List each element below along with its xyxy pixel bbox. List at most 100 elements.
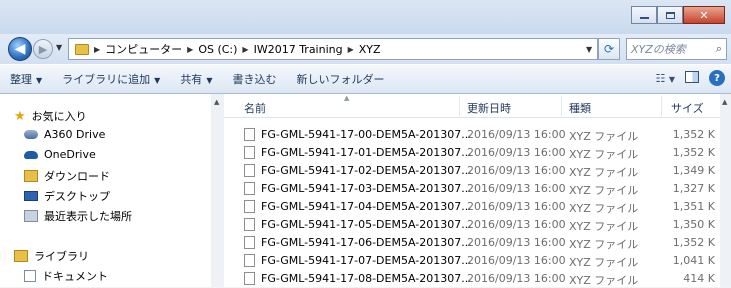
column-header-modified[interactable]: 更新日時 <box>467 100 511 116</box>
file-type: XYZ ファイル <box>569 238 639 251</box>
recent-pages-dropdown[interactable]: ▼ <box>56 43 62 52</box>
file-name: FG-GML-5941-17-02-DEM5A-201307... <box>261 164 472 177</box>
address-dropdown[interactable]: ▼ <box>586 45 592 54</box>
a360-drive-icon <box>24 130 38 139</box>
column-header-type[interactable]: 種類 <box>569 100 591 116</box>
maximize-icon <box>665 11 675 19</box>
nav-libraries[interactable]: ライブラリ <box>14 248 89 264</box>
table-row[interactable]: FG-GML-5941-17-02-DEM5A-201307... 2016/0… <box>224 162 731 180</box>
file-modified: 2016/09/13 16:00 <box>467 164 566 177</box>
star-icon: ★ <box>14 108 26 124</box>
preview-pane-icon <box>685 70 699 83</box>
help-button[interactable]: ? <box>709 70 725 86</box>
file-type: XYZ ファイル <box>569 274 639 287</box>
file-modified: 2016/09/13 16:00 <box>467 218 566 231</box>
organize-button[interactable]: 整理 ▼ <box>0 71 52 87</box>
file-type: XYZ ファイル <box>569 256 639 269</box>
column-divider[interactable] <box>459 96 460 116</box>
table-row[interactable]: FG-GML-5941-17-05-DEM5A-201307... 2016/0… <box>224 216 731 234</box>
file-size: 1,352 K <box>672 146 715 159</box>
preview-pane-button[interactable] <box>685 70 699 86</box>
nav-onedrive[interactable]: OneDrive <box>24 148 96 161</box>
scroll-up-icon[interactable]: ▲ <box>214 98 219 106</box>
table-row[interactable]: FG-GML-5941-17-06-DEM5A-201307... 2016/0… <box>224 234 731 252</box>
view-options-icon: ☷ <box>655 71 666 85</box>
chevron-right-icon[interactable]: ▶ <box>347 45 355 54</box>
file-modified: 2016/09/13 16:00 <box>467 272 566 285</box>
chevron-down-icon: ▼ <box>206 76 213 85</box>
address-bar[interactable]: ▶ コンピューター ▶ OS (C:) ▶ IW2017 Training ▶ … <box>68 38 598 60</box>
file-name: FG-GML-5941-17-08-DEM5A-201307... <box>261 272 472 285</box>
search-input[interactable]: XYZの検索 ⌕ <box>626 38 727 60</box>
table-row[interactable]: FG-GML-5941-17-01-DEM5A-201307... 2016/0… <box>224 144 731 162</box>
help-icon: ? <box>714 72 720 84</box>
table-row[interactable]: FG-GML-5941-17-08-DEM5A-201307... 2016/0… <box>224 270 731 288</box>
nav-recent-places[interactable]: 最近表示した場所 <box>24 208 132 224</box>
add-to-library-button[interactable]: ライブラリに追加 ▼ <box>52 71 170 87</box>
close-button[interactable]: ✕ <box>683 6 725 24</box>
breadcrumb-computer[interactable]: コンピューター <box>101 41 186 57</box>
nav-documents[interactable]: ドキュメント <box>24 268 108 284</box>
file-type: XYZ ファイル <box>569 202 639 215</box>
file-modified: 2016/09/13 16:00 <box>467 146 566 159</box>
file-modified: 2016/09/13 16:00 <box>467 182 566 195</box>
table-row[interactable]: FG-GML-5941-17-00-DEM5A-201307... 2016/0… <box>224 126 731 144</box>
nav-libraries-label: ライブラリ <box>34 250 89 263</box>
change-view-button[interactable]: ☷ ▼ <box>655 72 675 85</box>
column-divider[interactable] <box>561 96 562 116</box>
table-row[interactable]: FG-GML-5941-17-07-DEM5A-201307... 2016/0… <box>224 252 731 270</box>
breadcrumb-training[interactable]: IW2017 Training <box>250 43 347 56</box>
file-icon <box>244 254 255 267</box>
nav-favorites-label: お気に入り <box>31 110 87 123</box>
refresh-icon: ⟳ <box>603 42 615 56</box>
file-icon <box>244 128 255 141</box>
chevron-right-icon[interactable]: ▶ <box>241 45 249 54</box>
cloud-icon <box>24 150 38 159</box>
chevron-right-icon[interactable]: ▶ <box>186 45 194 54</box>
nav-desktop[interactable]: デスクトップ <box>24 188 110 204</box>
column-header-name[interactable]: 名前 <box>244 100 266 116</box>
breadcrumb-xyz[interactable]: XYZ <box>355 43 385 56</box>
file-type: XYZ ファイル <box>569 130 639 143</box>
chevron-down-icon: ▼ <box>36 76 43 85</box>
search-icon[interactable]: ⌕ <box>716 42 722 56</box>
file-name: FG-GML-5941-17-01-DEM5A-201307... <box>261 146 472 159</box>
file-name: FG-GML-5941-17-04-DEM5A-201307... <box>261 200 472 213</box>
sort-ascending-icon: ▲ <box>344 94 350 102</box>
share-label: 共有 <box>180 73 203 86</box>
nav-downloads-label: ダウンロード <box>44 170 110 183</box>
documents-icon <box>24 270 36 282</box>
new-folder-button[interactable]: 新しいフォルダー <box>286 71 394 87</box>
nav-a360-drive[interactable]: A360 Drive <box>24 128 105 141</box>
share-button[interactable]: 共有 ▼ <box>170 71 222 87</box>
column-header-row: ▲ 名前 更新日時 種類 サイズ <box>224 94 731 118</box>
column-header-size[interactable]: サイズ <box>671 100 704 116</box>
refresh-button[interactable]: ⟳ <box>598 38 620 60</box>
nav-favorites[interactable]: ★ お気に入り <box>14 108 87 124</box>
chevron-right-icon[interactable]: ▶ <box>93 45 101 54</box>
minimize-button[interactable] <box>631 6 657 24</box>
forward-button[interactable]: ▶ <box>33 39 53 59</box>
navigation-scrollbar[interactable]: ▲ <box>211 94 224 287</box>
maximize-button[interactable] <box>657 6 683 24</box>
file-modified: 2016/09/13 16:00 <box>467 128 566 141</box>
back-button[interactable]: ◀ <box>8 37 32 61</box>
burn-button[interactable]: 書き込む <box>222 71 286 87</box>
file-size: 1,350 K <box>672 218 715 231</box>
file-name: FG-GML-5941-17-03-DEM5A-201307... <box>261 182 472 195</box>
nav-downloads[interactable]: ダウンロード <box>24 168 110 184</box>
breadcrumb-drive[interactable]: OS (C:) <box>194 43 241 56</box>
address-row: ◀ ▶ ▼ ▶ コンピューター ▶ OS (C:) ▶ IW2017 Train… <box>0 34 731 64</box>
table-row[interactable]: FG-GML-5941-17-03-DEM5A-201307... 2016/0… <box>224 180 731 198</box>
scroll-up-icon[interactable]: ▲ <box>722 98 727 106</box>
new-folder-label: 新しいフォルダー <box>296 73 385 86</box>
file-size: 1,352 K <box>672 236 715 249</box>
file-icon <box>244 164 255 177</box>
table-row[interactable]: FG-GML-5941-17-04-DEM5A-201307... 2016/0… <box>224 198 731 216</box>
file-list-scrollbar[interactable]: ▲ <box>720 94 731 287</box>
file-icon <box>244 182 255 195</box>
libraries-icon <box>14 250 28 262</box>
file-type: XYZ ファイル <box>569 184 639 197</box>
nav-recent-label: 最近表示した場所 <box>44 210 132 223</box>
column-divider[interactable] <box>661 96 662 116</box>
